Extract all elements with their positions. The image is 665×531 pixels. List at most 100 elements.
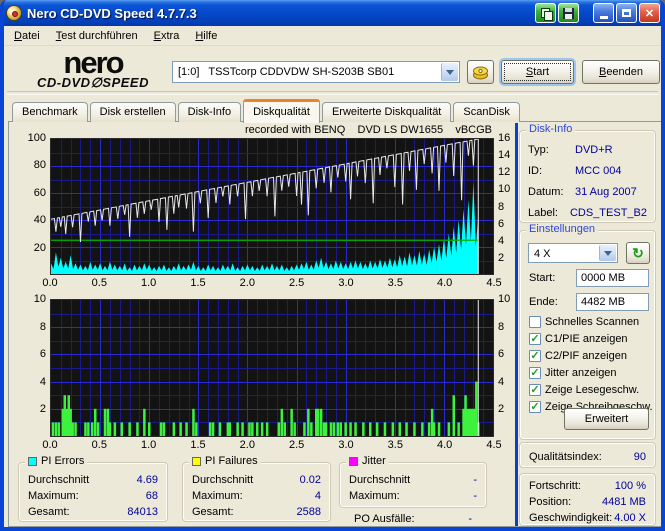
menu-item-hilfe[interactable]: Hilfe [187, 27, 225, 45]
menu-bar: Datei Test durchführen Extra Hilfe [4, 26, 661, 46]
window-title: Nero CD-DVD Speed 4.7.7.3 [27, 5, 197, 21]
pi-failures-stats-label: PI Failures [205, 455, 258, 467]
progress-row-value: 4481 MB [601, 496, 646, 508]
checkbox-c2-pif-anzeigen[interactable]: ✓ C2/PIF anzeigen [529, 349, 627, 363]
pie-chart-y-left-label: 20 [33, 241, 46, 254]
checkbox-checked-icon[interactable]: ✓ [529, 367, 541, 379]
disk-info-row: ID: MCC 004 [520, 161, 655, 182]
checkbox-jitter-anzeigen[interactable]: ✓ Jitter anzeigen [529, 366, 617, 380]
jitter-stat-row: Durchschnitt - [340, 472, 486, 488]
checkbox-label: C1/PIE anzeigen [545, 333, 628, 345]
tab-erweiterte-diskqualit-t[interactable]: Erweiterte Diskqualität [321, 102, 452, 122]
jitter-legend-swatch [349, 456, 358, 466]
nero-logo: nero CD-DVD∅SPEED [12, 45, 174, 91]
pie-chart-y-right-label: 10 [498, 183, 511, 196]
checkbox-label: Schnelles Scannen [545, 316, 640, 328]
pie-chart-y-right-label: 12 [498, 166, 511, 179]
pi-failures-legend-swatch [192, 456, 201, 466]
checkbox-checked-icon[interactable]: ✓ [529, 401, 541, 413]
progress-row-value: 4.00 X [614, 512, 646, 524]
pi-errors-stats-label: PI Errors [41, 455, 85, 467]
pi-failures-stat-row-label: Maximum: [192, 490, 243, 502]
tab-scandisk[interactable]: ScanDisk [453, 102, 520, 122]
checkbox-schnelles-scannen[interactable]: Schnelles Scannen [529, 315, 639, 329]
checkbox-c1-pie-anzeigen[interactable]: ✓ C1/PIE anzeigen [529, 332, 628, 346]
pif-chart-x-label: 3.5 [387, 439, 403, 451]
eject-button[interactable] [467, 60, 494, 84]
diskqualitaet-tab-page: recorded with BENQ DVD LS DW1655 vBCGB 1… [8, 121, 661, 527]
tab-diskqualit-t[interactable]: Diskqualität [243, 99, 320, 123]
pie-chart-x-label: 0.0 [42, 277, 58, 289]
beenden-button[interactable]: Beenden [582, 60, 660, 84]
pi-errors-legend-swatch [28, 456, 37, 466]
menu-item-extra[interactable]: Extra [146, 27, 188, 45]
pi-failures-stat-row-value: 0.02 [299, 474, 321, 486]
progress-row: Fortschritt: 100 % [520, 478, 655, 494]
progress-row-label: Position: [529, 496, 572, 508]
pif-chart-y-right-label: 10 [498, 293, 511, 305]
disk-info-row-value: MCC 004 [575, 165, 622, 177]
erweitert-button[interactable]: Erweitert [564, 408, 649, 430]
start-field[interactable] [576, 269, 649, 287]
progress-box: Fortschritt: 100 % Position: 4481 MB Geschwi… [519, 473, 656, 526]
speed-select[interactable]: 4 X [528, 243, 618, 263]
pi-failures-stat-row: Maximum: 4 [183, 488, 330, 504]
disk-info-row-label: Datum: [528, 186, 564, 198]
maximize-icon [622, 9, 631, 17]
pi-errors-stat-row-label: Maximum: [28, 490, 79, 502]
start-button[interactable]: Start [501, 60, 574, 84]
checkbox-checked-icon[interactable]: ✓ [529, 350, 541, 362]
minimize-button[interactable] [593, 3, 614, 23]
disk-info-row: Datum: 31 Aug 2007 [520, 182, 655, 203]
checkbox-label: Zeige Lesegeschw. [545, 384, 640, 396]
close-button[interactable]: ✕ [639, 3, 660, 23]
disk-info-row-value: DVD+R [575, 144, 613, 156]
refresh-icon: ↻ [632, 244, 644, 261]
einstellungen-title: Einstellungen [526, 223, 599, 235]
jitter-stats-label: Jitter [362, 455, 386, 467]
tab-benchmark[interactable]: Benchmark [12, 102, 88, 122]
checkbox-checked-icon[interactable]: ✓ [529, 384, 541, 396]
brand-name: nero [63, 45, 124, 80]
pie-chart-y-left-label: 40 [33, 214, 46, 227]
jitter-stat-row-value: - [473, 474, 477, 486]
tab-disk-info[interactable]: Disk-Info [177, 102, 242, 122]
po-failures-label: PO Ausfälle: [354, 513, 415, 525]
jitter-stats-box: Jitter Durchschnitt - Maximum: - [339, 455, 487, 508]
pie-chart-x-label: 4.0 [437, 277, 453, 289]
drive-select-dropdown-button[interactable] [441, 63, 458, 81]
drive-select[interactable]: [1:0] TSSTcorp CDDVDW SH-S203B SB01 [172, 61, 460, 83]
refresh-button[interactable]: ↻ [626, 242, 650, 264]
disk-info-row: Typ: DVD+R [520, 140, 655, 161]
speed-select-dropdown-button[interactable] [599, 245, 616, 261]
pi-errors-stat-row: Gesamt: 84013 [19, 504, 167, 520]
pie-chart-x-label: 1.5 [190, 277, 206, 289]
jitter-stat-row-value: - [473, 490, 477, 502]
header-toolbar: nero CD-DVD∅SPEED [1:0] TSSTcorp CDDVDW … [4, 47, 661, 95]
checkbox-zeige-lesegeschw-[interactable]: ✓ Zeige Lesegeschw. [529, 383, 639, 397]
ende-field[interactable] [576, 293, 649, 311]
ende-field-label: Ende: [529, 296, 558, 308]
progress-row: Geschwindigkeit: 4.00 X [520, 510, 655, 526]
pi-failures-stats-box: PI Failures Durchschnitt 0.02 Maximum: 4 Ges… [182, 455, 331, 522]
tab-strip: Benchmark Disk erstellen Disk-Info Diskqual… [12, 99, 522, 123]
menu-item-test-durchf-hren[interactable]: Test durchführen [48, 27, 146, 45]
pie-chart-x-label: 1.0 [141, 277, 157, 289]
copy-button[interactable] [535, 3, 556, 23]
po-failures-value: - [468, 513, 472, 525]
maximize-button[interactable] [616, 3, 637, 23]
save-button[interactable] [558, 3, 579, 23]
checkbox-unchecked-icon[interactable] [529, 316, 541, 328]
pie-chart-y-right-label: 4 [498, 234, 505, 247]
pif-chart-x-label: 3.0 [338, 439, 354, 451]
pi-failures-stats-title: PI Failures [189, 455, 261, 467]
pie-chart-x-label: 2.5 [289, 277, 305, 289]
menu-item-datei[interactable]: Datei [6, 27, 48, 45]
pif-chart-x-label: 0.0 [42, 439, 58, 451]
disk-info-row-label: ID: [528, 165, 543, 177]
tab-disk-erstellen[interactable]: Disk erstellen [89, 102, 176, 122]
pi-errors-stat-row-label: Durchschnitt [28, 474, 90, 486]
pi-failures-stat-row-value: 4 [314, 490, 321, 502]
progress-row: Position: 4481 MB [520, 494, 655, 510]
checkbox-checked-icon[interactable]: ✓ [529, 333, 541, 345]
